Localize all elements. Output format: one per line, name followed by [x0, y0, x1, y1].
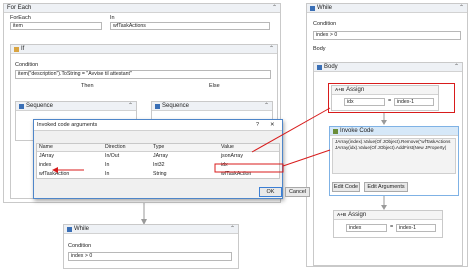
edit-arguments-button[interactable]: Edit Arguments — [364, 182, 408, 192]
sequence-title: Sequence — [162, 103, 190, 109]
sequence-icon — [155, 103, 160, 109]
if-condition-label: Condition — [15, 62, 39, 68]
invoke-header[interactable]: Invoke Code — [330, 127, 458, 136]
while-condition-label: Condition — [68, 243, 92, 249]
grid-header-row: Name Direction Type Value — [37, 144, 279, 152]
foreach-item-field[interactable]: item — [10, 22, 102, 30]
code-preview[interactable]: JArray(index).Value(Of JObject).Remove("… — [332, 138, 456, 174]
body-header[interactable]: Body ⌃ — [314, 63, 462, 72]
sequence-header[interactable]: Sequence ⌃ — [16, 102, 136, 111]
foreach-title: For Each — [7, 5, 32, 11]
table-row[interactable]: index In Int32 idx — [37, 162, 279, 170]
arg-type[interactable]: Int32 — [151, 162, 217, 169]
column-header-direction[interactable]: Direction — [103, 144, 151, 151]
assign-header[interactable]: A+B Assign — [334, 211, 442, 220]
arg-direction[interactable]: In — [103, 171, 151, 178]
assign-icon: A+B — [335, 87, 345, 92]
arg-value[interactable]: jsonArray — [219, 153, 277, 160]
table-row[interactable]: wfTaskAction In String wfTaskAction — [37, 171, 279, 179]
collapse-icon[interactable]: ⌃ — [272, 4, 277, 12]
assign-header[interactable]: A+B Assign — [332, 86, 438, 95]
invoke-title: Invoke Code — [340, 128, 374, 134]
if-title: If — [21, 46, 25, 52]
invoke-code-activity[interactable]: Invoke Code JArray(index).Value(Of JObje… — [329, 126, 459, 196]
ok-button[interactable]: OK — [259, 187, 282, 197]
collapse-icon[interactable]: ⌃ — [264, 102, 269, 110]
cancel-button[interactable]: Cancel — [285, 187, 310, 197]
table-row[interactable]: JArray In/Out JArray jsonArray — [37, 153, 279, 161]
arg-name: index — [39, 162, 52, 168]
sequence-icon — [317, 64, 322, 70]
while-condition-label: Condition — [313, 21, 337, 27]
invoked-code-arguments-dialog[interactable]: Invoked code arguments ? ✕ Name Directio… — [33, 119, 283, 199]
while-icon — [310, 5, 315, 11]
assign-equals: = — [390, 224, 394, 230]
assign-value-field[interactable]: index-1 — [394, 98, 434, 106]
close-icon[interactable]: ✕ — [270, 122, 275, 129]
arg-type[interactable]: String — [151, 171, 217, 178]
arg-value[interactable]: wfTaskAction — [219, 171, 277, 178]
flow-connector — [381, 113, 387, 125]
while-activity-left[interactable]: While ⌃ Condition index > 0 — [63, 224, 239, 269]
column-header-name[interactable]: Name — [37, 144, 101, 151]
if-header[interactable]: If ⌃ — [11, 45, 277, 54]
assign-activity-1[interactable]: A+B Assign idx = index-1 — [331, 85, 439, 111]
while-condition-field[interactable]: index > 0 — [313, 31, 461, 40]
while-header[interactable]: While ⌃ — [64, 225, 238, 234]
assign-icon: A+B — [337, 212, 347, 217]
arg-direction[interactable]: In/Out — [103, 153, 151, 160]
while-condition-field[interactable]: index > 0 — [68, 252, 232, 261]
assign-value-field[interactable]: index-1 — [396, 224, 436, 232]
foreach-label: ForEach — [10, 15, 31, 21]
else-label: Else — [209, 83, 220, 89]
in-label: In — [110, 15, 115, 21]
column-header-type[interactable]: Type — [151, 144, 217, 151]
dialog-titlebar[interactable]: Invoked code arguments ? ✕ — [34, 120, 282, 131]
assign-to-field[interactable]: index — [346, 224, 387, 232]
arguments-grid[interactable]: Name Direction Type Value JArray In/Out … — [36, 143, 280, 179]
while-title: While — [317, 5, 333, 11]
column-header-value[interactable]: Value — [219, 144, 279, 151]
assign-equals: = — [388, 98, 392, 104]
body-label: Body — [313, 46, 326, 52]
then-label: Then — [81, 83, 94, 89]
edit-code-button[interactable]: Edit Code — [332, 182, 360, 192]
while-icon — [67, 226, 72, 232]
invoke-code-icon — [333, 128, 338, 134]
collapse-icon[interactable]: ⌃ — [454, 63, 459, 71]
body-title: Body — [324, 64, 338, 70]
collapse-icon[interactable]: ⌃ — [269, 45, 274, 53]
arg-direction[interactable]: In — [103, 162, 151, 169]
sequence-title: Sequence — [26, 103, 54, 109]
assign-title: Assign — [346, 87, 365, 93]
arg-name: wfTaskAction — [39, 171, 70, 177]
arg-name: JArray — [39, 153, 54, 159]
assign-title: Assign — [348, 212, 367, 218]
help-icon[interactable]: ? — [256, 122, 259, 129]
collapse-icon[interactable]: ⌃ — [230, 225, 235, 233]
if-condition-field[interactable]: item("description").ToString = "Avvise t… — [15, 70, 271, 79]
foreach-header[interactable]: For Each ⌃ — [4, 4, 280, 13]
while-title: While — [74, 226, 90, 232]
if-icon — [14, 46, 19, 52]
code-line: JArray(idx).Value(Of JObject).AddFirst(N… — [335, 145, 447, 150]
assign-activity-2[interactable]: A+B Assign index = index-1 — [333, 210, 443, 238]
arg-type[interactable]: JArray — [151, 153, 217, 160]
while-header[interactable]: While ⌃ — [307, 4, 467, 13]
assign-to-field[interactable]: idx — [344, 98, 385, 106]
sequence-header[interactable]: Sequence ⌃ — [152, 102, 272, 111]
sequence-icon — [19, 103, 24, 109]
collapse-icon[interactable]: ⌃ — [459, 4, 464, 12]
in-values-field[interactable]: wfTaskActions — [110, 22, 270, 30]
collapse-icon[interactable]: ⌃ — [128, 102, 133, 110]
dialog-title: Invoked code arguments — [37, 122, 98, 128]
arg-value[interactable]: idx — [219, 162, 277, 169]
